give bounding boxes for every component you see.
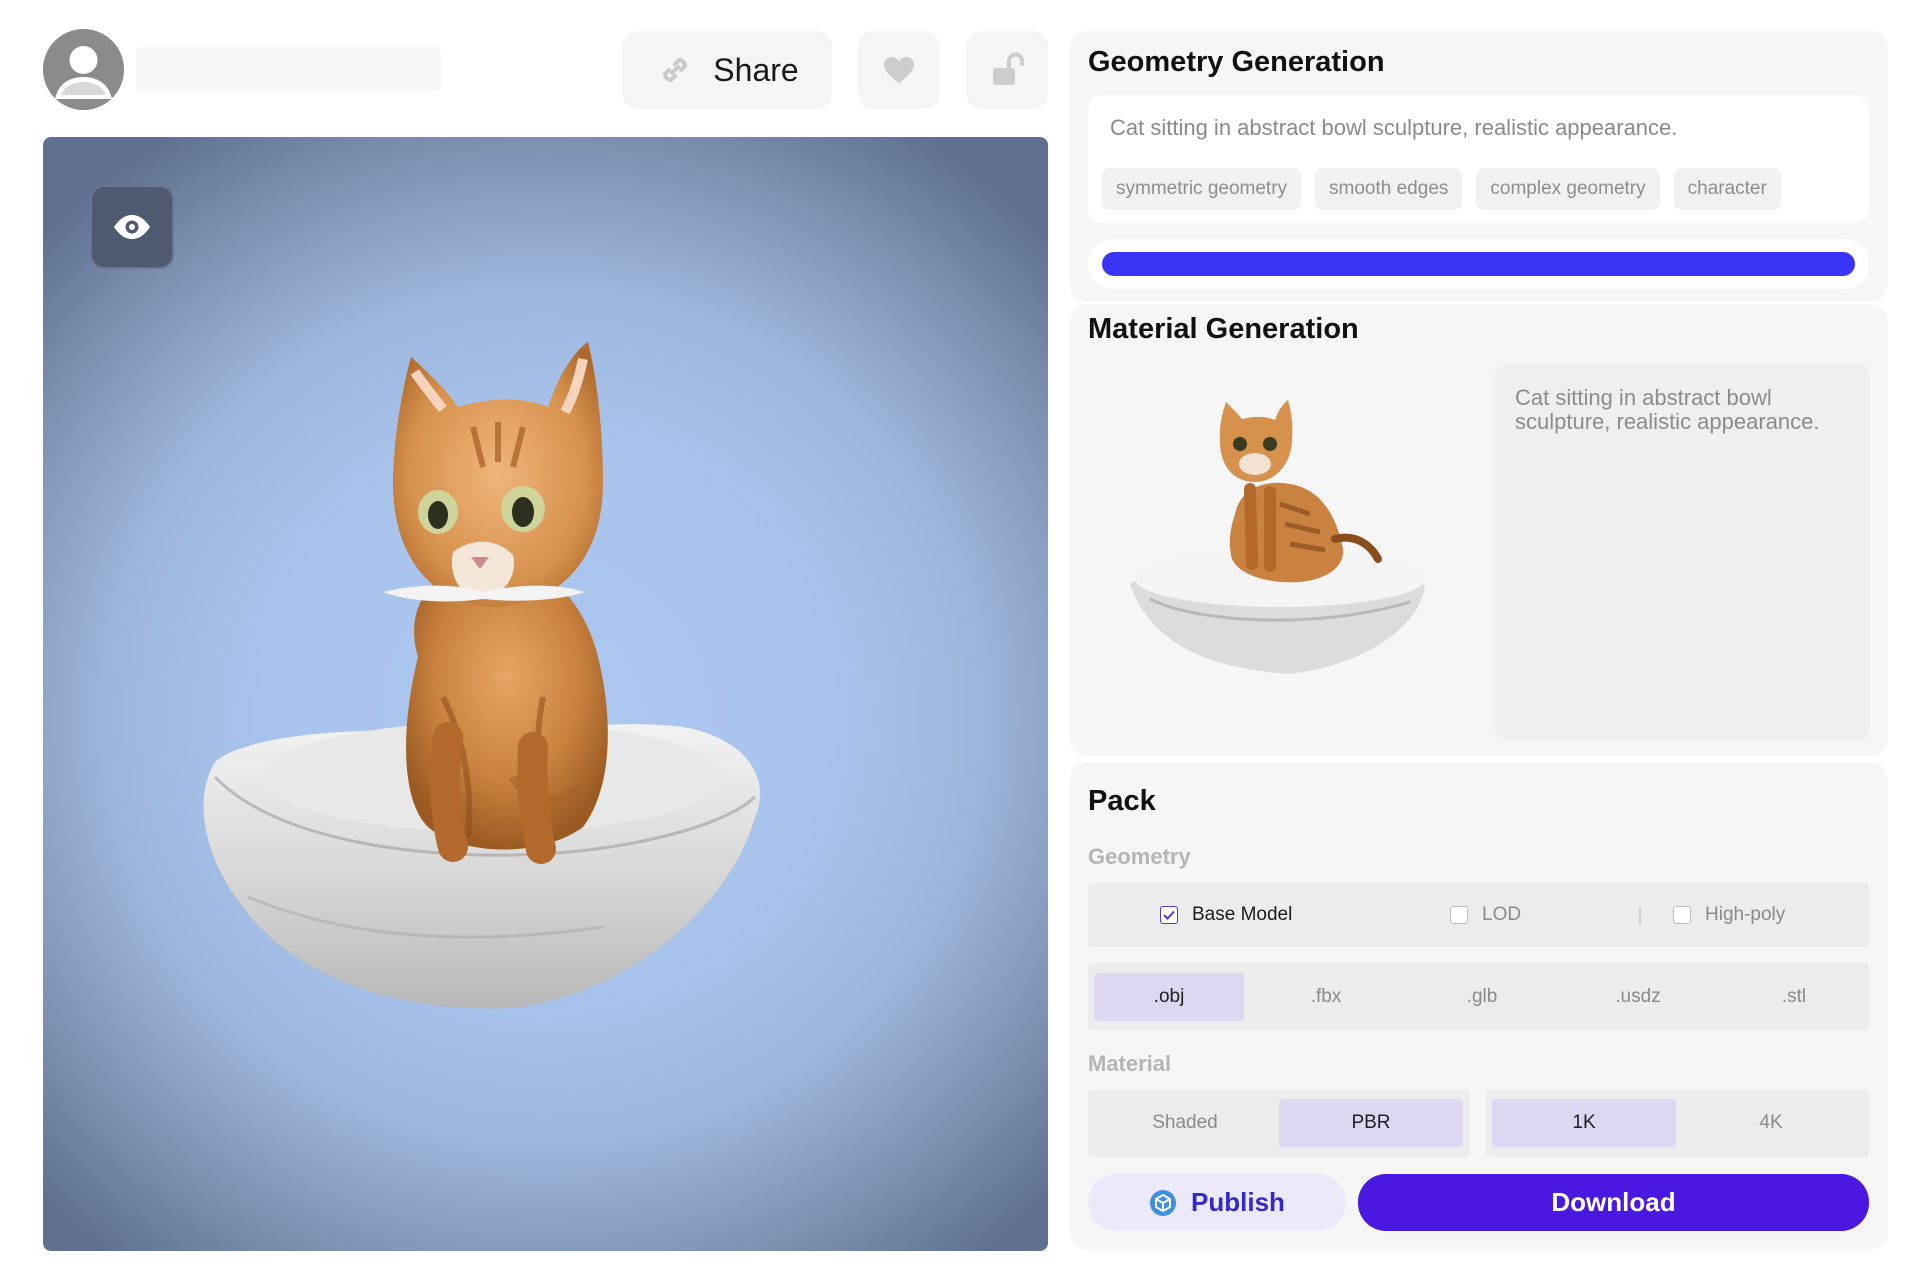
material-generation-panel: Material Generation Cat sitting in abstr… bbox=[1070, 304, 1888, 756]
lod-option[interactable]: LOD bbox=[1450, 883, 1521, 947]
base-model-label: Base Model bbox=[1192, 904, 1293, 925]
geometry-prompt-text: Cat sitting in abstract bowl sculpture, … bbox=[1110, 115, 1678, 140]
geometry-progress-bar bbox=[1088, 239, 1869, 289]
format-selector: .obj .fbx .glb .usdz .stl bbox=[1088, 963, 1869, 1031]
model-render bbox=[203, 342, 761, 1009]
geometry-section-label: Geometry bbox=[1088, 844, 1191, 869]
like-button[interactable] bbox=[858, 31, 940, 109]
tag-chip[interactable]: symmetric geometry bbox=[1102, 168, 1302, 210]
checkbox-checked-icon[interactable] bbox=[1160, 906, 1178, 924]
resolution-selector: 1K 4K bbox=[1486, 1089, 1869, 1157]
material-description-text: Cat sitting in abstract bowl sculpture, … bbox=[1515, 385, 1820, 434]
geometry-prompt-box[interactable]: Cat sitting in abstract bowl sculpture, … bbox=[1088, 95, 1869, 223]
unlock-icon bbox=[993, 52, 1024, 85]
username-placeholder bbox=[136, 47, 441, 91]
avatar-icon bbox=[43, 29, 124, 110]
checkbox-icon[interactable] bbox=[1450, 906, 1468, 924]
high-poly-option[interactable]: High-poly bbox=[1673, 883, 1785, 947]
link-icon bbox=[663, 57, 688, 83]
format-glb[interactable]: .glb bbox=[1407, 973, 1557, 1021]
base-model-option[interactable]: Base Model bbox=[1160, 883, 1292, 947]
material-preview-image[interactable] bbox=[1120, 364, 1440, 704]
publish-button[interactable]: Publish bbox=[1088, 1174, 1346, 1231]
lock-button[interactable] bbox=[966, 31, 1048, 109]
material-section-label: Material bbox=[1088, 1051, 1172, 1076]
geometry-generation-panel: Geometry Generation Cat sitting in abstr… bbox=[1070, 31, 1888, 302]
lod-label: LOD bbox=[1482, 904, 1522, 925]
resolution-1k[interactable]: 1K bbox=[1492, 1099, 1676, 1147]
tag-list: symmetric geometry smooth edges complex … bbox=[1102, 168, 1781, 210]
material-description-box[interactable]: Cat sitting in abstract bowl sculpture, … bbox=[1495, 364, 1870, 740]
pack-title: Pack bbox=[1088, 785, 1156, 817]
format-stl[interactable]: .stl bbox=[1719, 973, 1869, 1021]
format-fbx[interactable]: .fbx bbox=[1251, 973, 1401, 1021]
user-avatar[interactable] bbox=[43, 29, 124, 110]
geometry-options-row: Base Model LOD High-poly bbox=[1088, 883, 1869, 947]
material-generation-title: Material Generation bbox=[1088, 313, 1359, 345]
pack-panel: Pack Geometry Base Model LOD High-poly .… bbox=[1070, 762, 1888, 1250]
publish-label: Publish bbox=[1191, 1187, 1285, 1217]
model-viewer[interactable] bbox=[43, 137, 1048, 1251]
eye-icon bbox=[114, 215, 150, 239]
publish-cube-icon bbox=[1150, 1189, 1177, 1216]
divider bbox=[1639, 908, 1641, 924]
shading-pbr[interactable]: PBR bbox=[1279, 1099, 1463, 1147]
resolution-4k[interactable]: 4K bbox=[1679, 1099, 1863, 1147]
tag-chip[interactable]: smooth edges bbox=[1315, 168, 1463, 210]
heart-icon bbox=[884, 57, 914, 83]
geometry-progress-fill bbox=[1102, 252, 1855, 276]
download-button[interactable]: Download bbox=[1358, 1174, 1869, 1231]
download-label: Download bbox=[1551, 1187, 1676, 1217]
format-usdz[interactable]: .usdz bbox=[1563, 973, 1713, 1021]
tag-chip[interactable]: complex geometry bbox=[1476, 168, 1660, 210]
toggle-view-button[interactable] bbox=[90, 185, 174, 269]
high-poly-label: High-poly bbox=[1705, 904, 1786, 925]
format-obj[interactable]: .obj bbox=[1094, 973, 1244, 1021]
shading-selector: Shaded PBR bbox=[1088, 1089, 1470, 1157]
share-label: Share bbox=[713, 51, 799, 88]
shading-shaded[interactable]: Shaded bbox=[1093, 1099, 1277, 1147]
share-button[interactable]: Share bbox=[622, 31, 832, 109]
checkbox-icon[interactable] bbox=[1673, 906, 1691, 924]
geometry-generation-title: Geometry Generation bbox=[1088, 46, 1385, 78]
tag-chip[interactable]: character bbox=[1673, 168, 1781, 210]
